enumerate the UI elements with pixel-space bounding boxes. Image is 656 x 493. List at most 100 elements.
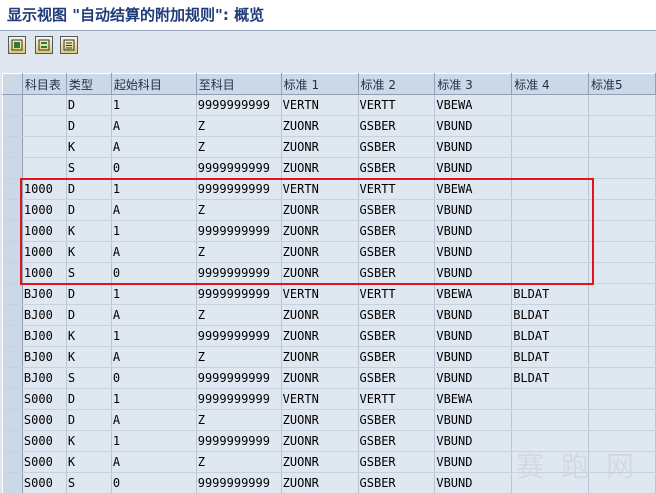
table-cell[interactable]: A xyxy=(111,346,197,368)
table-cell[interactable]: BJ00 xyxy=(22,346,67,368)
table-cell[interactable]: D xyxy=(66,94,112,116)
table-cell[interactable] xyxy=(588,199,656,221)
table-cell[interactable]: D xyxy=(66,388,112,410)
table-cell[interactable] xyxy=(511,178,590,200)
table-cell[interactable]: 9999999999 xyxy=(196,178,282,200)
table-cell[interactable]: GSBER xyxy=(358,199,436,221)
table-cell[interactable] xyxy=(588,241,656,263)
column-header[interactable]: 科目表 xyxy=(21,73,67,95)
table-cell[interactable]: VERTT xyxy=(358,388,436,410)
table-cell[interactable]: ZUONR xyxy=(281,409,359,431)
table-row[interactable]: BJ00 D A Z ZUONR GSBER VBUND BLDAT xyxy=(2,304,656,326)
table-cell[interactable]: Z xyxy=(196,136,282,158)
table-cell[interactable]: Z xyxy=(196,304,282,326)
table-cell[interactable]: BLDAT xyxy=(511,325,590,347)
table-cell[interactable] xyxy=(22,115,67,137)
table-cell[interactable]: VBUND xyxy=(434,472,513,493)
table-cell[interactable]: VBEWA xyxy=(434,388,513,410)
table-cell[interactable]: A xyxy=(111,241,197,263)
table-cell[interactable]: VBUND xyxy=(434,346,513,368)
table-cell[interactable] xyxy=(588,325,656,347)
table-cell[interactable] xyxy=(588,115,656,137)
table-row[interactable]: S 0 9999999999 ZUONR GSBER VBUND xyxy=(2,157,656,179)
table-cell[interactable]: GSBER xyxy=(358,430,436,452)
table-cell[interactable]: GSBER xyxy=(358,304,436,326)
table-cell[interactable] xyxy=(22,136,67,158)
table-cell[interactable]: 9999999999 xyxy=(196,430,282,452)
table-cell[interactable]: ZUONR xyxy=(281,430,359,452)
table-cell[interactable]: 1000 xyxy=(22,262,67,284)
row-selector[interactable] xyxy=(2,367,23,389)
column-header[interactable]: 至科目 xyxy=(195,73,282,95)
table-cell[interactable]: 9999999999 xyxy=(196,283,282,305)
table-cell[interactable]: S000 xyxy=(22,409,67,431)
table-cell[interactable]: 9999999999 xyxy=(196,94,282,116)
table-cell[interactable]: VBUND xyxy=(434,325,513,347)
row-selector[interactable] xyxy=(2,388,23,410)
row-selector[interactable] xyxy=(2,346,23,368)
table-cell[interactable] xyxy=(511,220,590,242)
table-cell[interactable]: VERTN xyxy=(281,283,359,305)
column-header[interactable]: 标准 4 xyxy=(511,73,590,95)
select-all-cell[interactable] xyxy=(2,73,23,95)
table-row[interactable]: K A Z ZUONR GSBER VBUND xyxy=(2,136,656,158)
table-cell[interactable] xyxy=(588,178,656,200)
table-cell[interactable]: VERTT xyxy=(358,283,436,305)
table-cell[interactable]: VBUND xyxy=(434,136,513,158)
table-cell[interactable]: 1 xyxy=(111,94,197,116)
table-cell[interactable] xyxy=(588,367,656,389)
table-row[interactable]: 1000 D 1 9999999999 VERTN VERTT VBEWA xyxy=(2,178,656,200)
row-selector[interactable] xyxy=(2,325,23,347)
row-selector[interactable] xyxy=(2,157,23,179)
table-cell[interactable]: 1000 xyxy=(22,178,67,200)
table-cell[interactable] xyxy=(588,262,656,284)
table-cell[interactable]: VBUND xyxy=(434,157,513,179)
table-cell[interactable]: A xyxy=(111,115,197,137)
row-selector[interactable] xyxy=(2,451,23,473)
table-cell[interactable]: D xyxy=(66,304,112,326)
table-cell[interactable]: 0 xyxy=(111,472,197,493)
table-cell[interactable] xyxy=(588,388,656,410)
table-cell[interactable]: VERTT xyxy=(358,94,436,116)
table-row[interactable]: 1000 K A Z ZUONR GSBER VBUND xyxy=(2,241,656,263)
row-selector[interactable] xyxy=(2,241,23,263)
table-cell[interactable]: ZUONR xyxy=(281,199,359,221)
table-cell[interactable]: S xyxy=(66,262,112,284)
table-cell[interactable] xyxy=(588,304,656,326)
table-cell[interactable] xyxy=(511,262,590,284)
table-cell[interactable]: VBUND xyxy=(434,367,513,389)
table-cell[interactable]: 1 xyxy=(111,220,197,242)
table-cell[interactable]: S000 xyxy=(22,472,67,493)
row-selector[interactable] xyxy=(2,409,23,431)
table-cell[interactable]: VBUND xyxy=(434,304,513,326)
row-selector[interactable] xyxy=(2,178,23,200)
table-cell[interactable]: VBUND xyxy=(434,115,513,137)
table-cell[interactable]: VBEWA xyxy=(434,178,513,200)
table-cell[interactable] xyxy=(588,157,656,179)
table-cell[interactable]: Z xyxy=(196,409,282,431)
row-selector[interactable] xyxy=(2,262,23,284)
table-cell[interactable]: 1000 xyxy=(22,199,67,221)
select-all-icon[interactable] xyxy=(8,36,26,54)
table-row[interactable]: S000 D A Z ZUONR GSBER VBUND xyxy=(2,409,656,431)
table-cell[interactable]: BJ00 xyxy=(22,304,67,326)
row-selector[interactable] xyxy=(2,283,23,305)
table-row[interactable]: D 1 9999999999 VERTN VERTT VBEWA xyxy=(2,94,656,116)
table-cell[interactable]: ZUONR xyxy=(281,115,359,137)
table-row[interactable]: S000 D 1 9999999999 VERTN VERTT VBEWA xyxy=(2,388,656,410)
table-cell[interactable]: 1 xyxy=(111,178,197,200)
table-cell[interactable]: 9999999999 xyxy=(196,157,282,179)
table-cell[interactable]: ZUONR xyxy=(281,346,359,368)
table-cell[interactable]: D xyxy=(66,283,112,305)
table-cell[interactable]: S000 xyxy=(22,430,67,452)
row-selector[interactable] xyxy=(2,199,23,221)
table-cell[interactable]: GSBER xyxy=(358,220,436,242)
table-cell[interactable]: Z xyxy=(196,451,282,473)
table-cell[interactable]: ZUONR xyxy=(281,157,359,179)
table-cell[interactable]: 9999999999 xyxy=(196,388,282,410)
row-selector[interactable] xyxy=(2,115,23,137)
table-cell[interactable]: ZUONR xyxy=(281,262,359,284)
column-header[interactable]: 标准5 xyxy=(588,73,656,95)
table-cell[interactable]: 1000 xyxy=(22,220,67,242)
table-cell[interactable]: A xyxy=(111,199,197,221)
